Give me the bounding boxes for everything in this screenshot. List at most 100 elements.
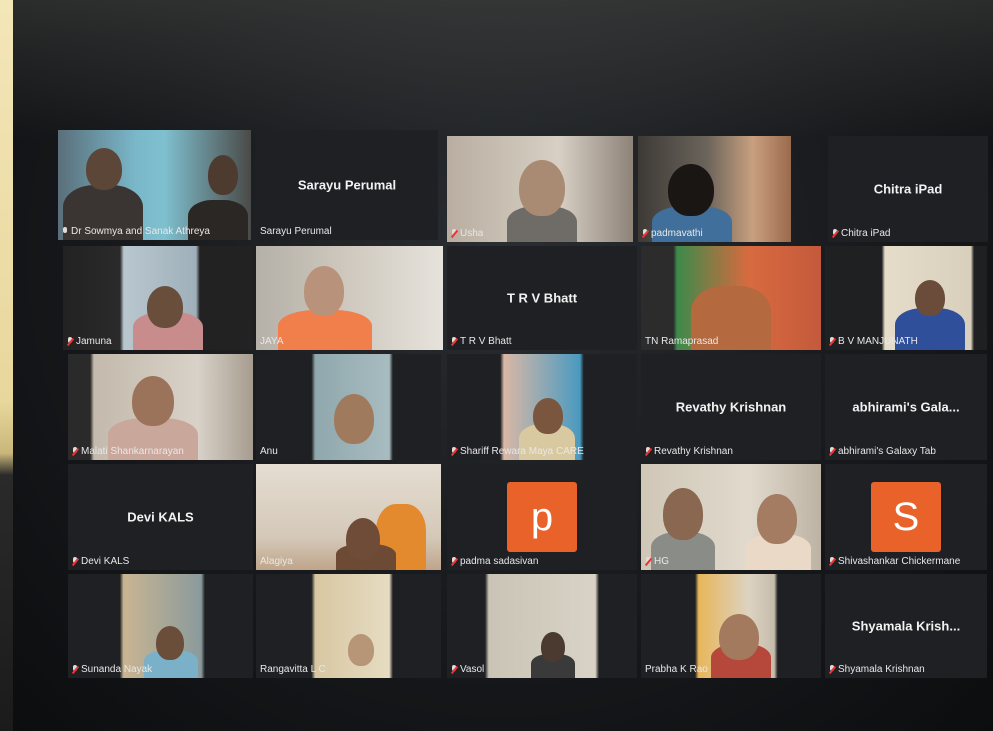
participant-label: Dr Sowmya and Sanak Athreya [62, 226, 210, 237]
participant-tile[interactable]: Vasol [447, 574, 637, 678]
participant-name: abhirami's Galaxy Tab [838, 446, 936, 457]
avatar: S [871, 482, 941, 552]
participant-name: Vasol [460, 664, 485, 675]
person [719, 614, 759, 660]
mic-muted-icon [451, 337, 457, 346]
participant-center-name: T R V Bhatt [506, 290, 578, 306]
participant-tile[interactable]: abhirami's Gala... abhirami's Galaxy Tab [825, 354, 987, 460]
participant-name: Rangavitta L C [260, 664, 326, 675]
participant-name: TN Ramaprasad [645, 336, 719, 347]
participant-tile[interactable]: Usha [447, 136, 633, 242]
participant-tile[interactable]: JAYA [256, 246, 443, 350]
participant-label: Chitra iPad [832, 228, 890, 239]
participant-tile[interactable]: Jamuna [63, 246, 253, 350]
screen-glare [13, 0, 993, 140]
participant-label: B V MANJUNATH [829, 336, 918, 347]
mic-muted-icon [451, 447, 457, 456]
person [519, 160, 565, 216]
participant-name: padmavathi [651, 228, 703, 239]
participant-tile[interactable]: Rangavitta L C [256, 574, 441, 678]
participant-name: JAYA [260, 336, 284, 347]
participant-tile[interactable]: B V MANJUNATH [825, 246, 987, 350]
participant-name: Prabha K Rao [645, 664, 708, 675]
participant-label: Shivashankar Chickermane [829, 556, 960, 567]
participant-label: padmavathi [642, 228, 703, 239]
participant-label: Devi KALS [72, 556, 129, 567]
mic-muted-icon [642, 229, 648, 238]
participant-label: Usha [451, 228, 483, 239]
mic-muted-icon [829, 337, 835, 346]
participant-name: B V MANJUNATH [838, 336, 918, 347]
participant-tile[interactable]: Prabha K Rao [641, 574, 821, 678]
participant-label: Anu [260, 446, 278, 457]
person [915, 280, 945, 316]
participant-name: Usha [460, 228, 484, 239]
mic-muted-icon [451, 229, 457, 238]
participant-tile[interactable]: Shyamala Krish... Shyamala Krishnan [825, 574, 987, 678]
participant-label: JAYA [260, 336, 284, 347]
participant-tile[interactable]: S Shivashankar Chickermane [825, 464, 987, 570]
participant-name: Chitra iPad [841, 228, 891, 239]
person [304, 266, 344, 316]
participant-name: Shyamala Krishnan [838, 664, 925, 675]
mic-muted-icon [829, 665, 835, 674]
mic-muted-icon [832, 229, 838, 238]
participant-name: padma sadasivan [460, 556, 539, 567]
participant-tile[interactable]: Revathy Krishnan Revathy Krishnan [641, 354, 821, 460]
person [156, 626, 184, 660]
participant-tile[interactable]: Shariff Rewara Maya CARE [447, 354, 637, 460]
person [348, 634, 374, 666]
participant-label: TN Ramaprasad [645, 336, 718, 347]
participant-tile[interactable]: HG [641, 464, 821, 570]
participant-label: Malati Shankarnarayan [72, 446, 184, 457]
photo-edge [0, 0, 13, 731]
video-feed [256, 574, 441, 678]
participant-name: Alagiya [260, 556, 293, 567]
mic-muted-icon [72, 447, 78, 456]
mic-muted-icon [451, 665, 457, 674]
mic-muted-icon [72, 557, 78, 566]
mic-muted-icon [829, 447, 835, 456]
participant-name: Revathy Krishnan [654, 446, 733, 457]
participant-tile[interactable]: T R V Bhatt T R V Bhatt [447, 246, 637, 350]
person [147, 286, 183, 328]
participant-label: Prabha K Rao [645, 664, 708, 675]
participant-tile[interactable]: Anu [256, 354, 441, 460]
participant-tile[interactable]: p padma sadasivan [447, 464, 637, 570]
participant-center-name: abhirami's Gala... [852, 399, 960, 415]
participant-tile[interactable]: Chitra iPad Chitra iPad [828, 136, 988, 242]
participant-tile[interactable]: Devi KALS Devi KALS [68, 464, 253, 570]
participant-tile[interactable]: Dr Sowmya and Sanak Athreya [58, 130, 251, 240]
person [663, 488, 703, 540]
participant-tile[interactable]: Sarayu Perumal Sarayu Perumal [256, 130, 438, 240]
mic-muted-icon [645, 447, 651, 456]
participant-center-name: Devi KALS [127, 509, 194, 525]
person [757, 494, 797, 544]
participant-label: T R V Bhatt [451, 336, 512, 347]
participant-name: Malati Shankarnarayan [81, 446, 184, 457]
participant-center-name: Chitra iPad [873, 181, 943, 197]
participant-tile[interactable]: Alagiya [256, 464, 441, 570]
participant-name: Shariff Rewara Maya CARE [460, 446, 584, 457]
person [346, 518, 380, 560]
person [132, 376, 174, 426]
mic-icon [62, 227, 68, 236]
participant-name: Shivashankar Chickermane [838, 556, 961, 567]
participant-label: Sunanda Nayak [72, 664, 152, 675]
participant-name: Anu [260, 446, 278, 457]
person [86, 148, 122, 190]
participant-center-name: Shyamala Krish... [851, 618, 961, 634]
participant-label: Rangavitta L C [260, 664, 326, 675]
video-call-gallery: Dr Sowmya and Sanak Athreya Sarayu Perum… [13, 0, 993, 731]
participant-label: Sarayu Perumal [260, 226, 332, 237]
person [533, 398, 563, 434]
participant-name: Sarayu Perumal [260, 226, 332, 237]
participant-label: Alagiya [260, 556, 293, 567]
participant-tile[interactable]: padmavathi [638, 136, 791, 242]
participant-tile[interactable]: Sunanda Nayak [68, 574, 253, 678]
participant-name: HG [654, 556, 669, 567]
participant-tile[interactable]: Malati Shankarnarayan [68, 354, 253, 460]
mic-muted-icon [451, 557, 457, 566]
participant-tile[interactable]: TN Ramaprasad [641, 246, 821, 350]
participant-name: T R V Bhatt [460, 336, 512, 347]
